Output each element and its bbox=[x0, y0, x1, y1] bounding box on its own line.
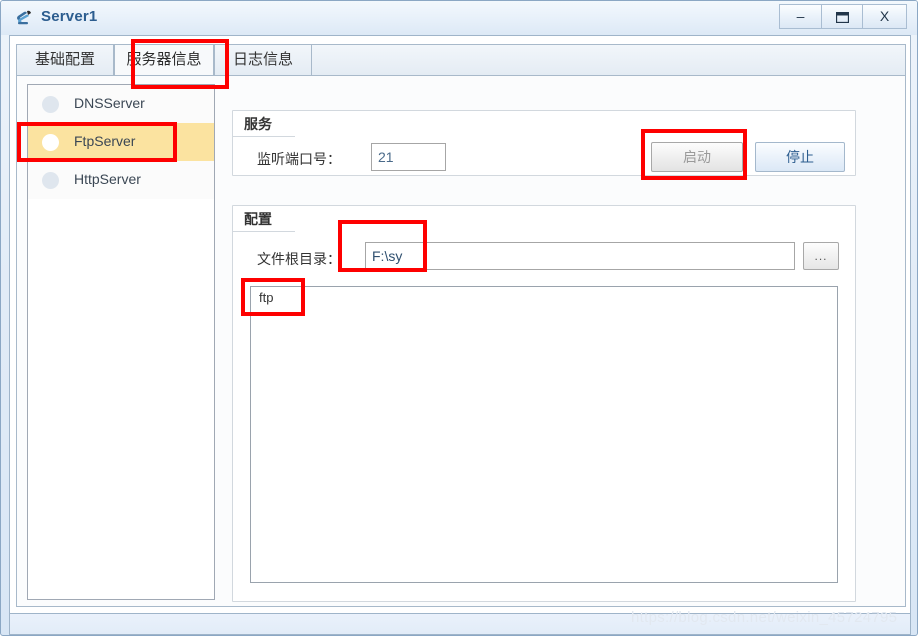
start-button[interactable]: 启动 bbox=[651, 142, 743, 172]
root-directory-label: 文件根目录： bbox=[257, 251, 341, 267]
root-directory-input[interactable] bbox=[365, 242, 795, 270]
sidebar-item-httpserver[interactable]: HttpServer bbox=[28, 161, 214, 199]
status-bar bbox=[9, 613, 911, 635]
tab-basic-config[interactable]: 基础配置 bbox=[16, 44, 114, 76]
minimize-icon: – bbox=[796, 8, 805, 24]
sidebar-item-ftpserver[interactable]: FtpServer bbox=[28, 123, 214, 161]
app-server-icon bbox=[15, 8, 35, 28]
maximize-icon bbox=[822, 5, 862, 28]
window-title: Server1 bbox=[41, 8, 98, 25]
close-button[interactable]: X bbox=[863, 4, 907, 29]
status-dot-icon bbox=[42, 172, 59, 189]
sidebar-item-label: DNSServer bbox=[74, 95, 145, 111]
list-item[interactable]: ftp bbox=[251, 287, 837, 309]
file-list[interactable]: ftp bbox=[250, 286, 838, 583]
browse-button[interactable]: ... bbox=[803, 242, 839, 270]
stop-button[interactable]: 停止 bbox=[755, 142, 845, 172]
server-list[interactable]: DNSServer FtpServer HttpServer bbox=[27, 84, 215, 600]
config-group-title: 配置 bbox=[244, 211, 272, 227]
sidebar-item-dnsserver[interactable]: DNSServer bbox=[28, 85, 214, 123]
tab-server-info[interactable]: 服务器信息 bbox=[114, 44, 214, 76]
maximize-button[interactable] bbox=[821, 4, 863, 29]
listening-port-input[interactable] bbox=[371, 143, 446, 171]
status-dot-icon bbox=[42, 134, 59, 151]
status-dot-icon bbox=[42, 96, 59, 113]
minimize-button[interactable]: – bbox=[779, 4, 821, 29]
tab-strip: 基础配置 服务器信息 日志信息 bbox=[16, 44, 906, 76]
sidebar-item-label: FtpServer bbox=[74, 133, 136, 149]
port-label: 监听端口号： bbox=[257, 151, 341, 167]
service-group-title: 服务 bbox=[244, 116, 272, 132]
tab-log-info[interactable]: 日志信息 bbox=[214, 44, 312, 76]
sidebar-item-label: HttpServer bbox=[74, 171, 141, 187]
service-group-box: 服务 监听端口号： 启动 停止 bbox=[232, 110, 856, 176]
tab-strip-filler bbox=[312, 44, 906, 76]
client-area: 基础配置 服务器信息 日志信息 DNSServer FtpServer Http… bbox=[9, 35, 911, 613]
close-icon: X bbox=[879, 8, 890, 24]
title-bar: Server1 – X bbox=[1, 1, 917, 35]
application-window: Server1 – X 基础配置 服务器信息 日志信息 DNSServer Ft… bbox=[0, 0, 918, 636]
config-group-box: 配置 文件根目录： ... ftp bbox=[232, 205, 856, 602]
